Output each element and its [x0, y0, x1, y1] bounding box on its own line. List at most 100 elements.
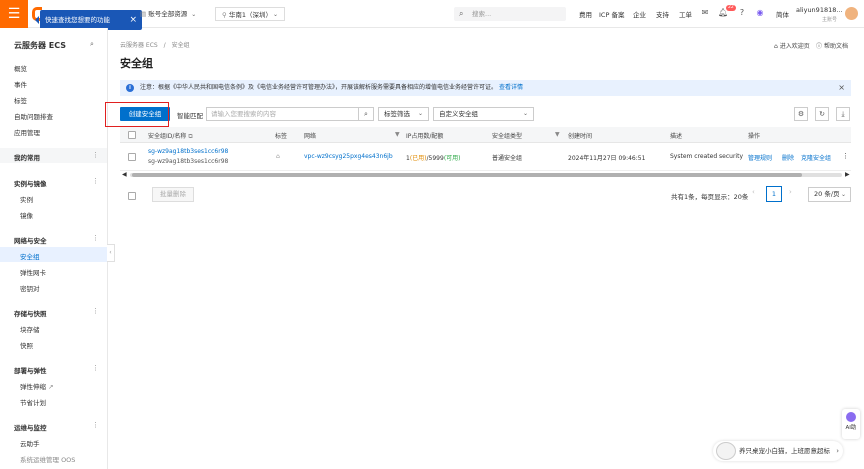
breadcrumb-root[interactable]: 云服务器 ECS: [120, 42, 158, 49]
sidebar-item-overview[interactable]: 概览: [14, 63, 27, 73]
delete-link[interactable]: 删除: [782, 153, 794, 162]
ip-avail-label: (可用): [443, 155, 461, 162]
chevron-right-icon[interactable]: ›: [836, 441, 839, 461]
sidebar-item-troubleshoot[interactable]: 自助问题排查: [14, 111, 53, 121]
welcome-link[interactable]: ⌂ 进入欢迎页: [774, 41, 810, 50]
tag-filter-select[interactable]: 标签筛选 ⌄: [378, 107, 429, 121]
header-sg-id: 安全组ID/名称 ⧉: [148, 131, 193, 141]
clone-sg-link[interactable]: 克隆安全组: [801, 153, 831, 162]
more-icon[interactable]: ⋮: [92, 364, 99, 372]
ai-icon[interactable]: ◉: [755, 8, 765, 18]
nav-ticket[interactable]: 工单: [679, 9, 692, 19]
page-size-select[interactable]: 20 条/页 ⌄: [808, 187, 851, 202]
close-icon[interactable]: ×: [129, 10, 137, 30]
vpc-link[interactable]: vpc-wz9csyg25pxg4es43n6jb: [304, 153, 393, 160]
sidebar-group-deploy[interactable]: 部署与弹性: [14, 365, 47, 375]
menu-icon[interactable]: ☰: [0, 0, 28, 28]
sidebar-item-cloud-assistant[interactable]: 云助手: [20, 438, 40, 448]
scroll-right-icon[interactable]: ▶: [845, 171, 850, 178]
more-icon[interactable]: ⋮: [92, 307, 99, 315]
sidebar-item-savings-plan[interactable]: 节省计划: [20, 397, 46, 407]
nav-icp[interactable]: ICP 备案: [599, 9, 624, 19]
close-icon[interactable]: ×: [838, 80, 845, 96]
sidebar-item-events[interactable]: 事件: [14, 79, 27, 89]
scroll-left-icon[interactable]: ◀: [122, 171, 127, 178]
help-docs-link[interactable]: ⓘ 帮助文档: [816, 41, 848, 50]
avatar[interactable]: [845, 7, 858, 20]
sidebar-group-storage[interactable]: 存储与快照: [14, 308, 47, 318]
sidebar-item-keypair[interactable]: 密钥对: [20, 283, 40, 293]
sidebar-active-bg: [0, 247, 107, 262]
sidebar-item-app-management[interactable]: 应用管理: [14, 127, 40, 137]
desktop-pet-banner[interactable]: 养只桌宠小白猫，上班愿意超标 ›: [713, 441, 843, 461]
prev-page-icon[interactable]: ‹: [752, 188, 755, 196]
sg-id-link[interactable]: sg-wz9ag18tb3ses1cc6r98: [148, 148, 228, 155]
download-icon[interactable]: ⤓: [836, 107, 850, 121]
sidebar-group-network[interactable]: 网络与安全: [14, 235, 47, 245]
row-checkbox[interactable]: [128, 153, 136, 161]
smart-match-label[interactable]: 智能匹配: [177, 110, 203, 120]
top-bar: ☰ 快速查找您想要的功能 × ▤ 账号全部资源 ⌄ ⚲ 华南1（深圳） ⌄ ⌕ 搜索…: [0, 0, 864, 30]
more-icon[interactable]: ⋮: [842, 152, 849, 160]
nav-enterprise[interactable]: 企业: [633, 9, 646, 19]
nav-support[interactable]: 支持: [656, 9, 669, 19]
custom-sg-select[interactable]: 自定义安全组 ⌄: [433, 107, 534, 121]
sidebar-group-favorites[interactable]: 我的常用: [14, 152, 40, 162]
more-icon[interactable]: ⋮: [92, 421, 99, 429]
chevron-down-icon: ⌄: [272, 11, 278, 18]
sidebar-item-tags[interactable]: 标签: [14, 95, 27, 105]
sidebar-group-ops[interactable]: 运维与监控: [14, 422, 47, 432]
search-icon[interactable]: ⌕: [90, 40, 94, 49]
help-icon: ⓘ: [816, 43, 823, 50]
more-icon[interactable]: ⋮: [92, 151, 99, 159]
more-icon[interactable]: ⋮: [92, 177, 99, 185]
batch-delete-button[interactable]: 批量删除: [152, 187, 194, 202]
feature-tooltip: 快速查找您想要的功能 ×: [35, 10, 142, 30]
ip-usage: 1(已用)/5999(可用): [406, 153, 461, 162]
sidebar-item-instance[interactable]: 实例: [20, 194, 33, 204]
sidebar-item-snapshot[interactable]: 快照: [20, 340, 33, 350]
message-icon[interactable]: ✉: [700, 8, 710, 18]
tag-icon[interactable]: ⌂: [276, 153, 280, 160]
help-icon[interactable]: ?: [737, 8, 747, 18]
highlight-box: [105, 102, 169, 127]
sidebar-item-eni[interactable]: 弹性网卡: [20, 267, 46, 277]
page-number-current[interactable]: 1: [766, 186, 782, 202]
scroll-thumb[interactable]: [132, 173, 802, 177]
region-select[interactable]: ⚲ 华南1（深圳） ⌄: [215, 7, 285, 21]
sidebar-group-instances[interactable]: 实例与镜像: [14, 178, 47, 188]
info-icon: i: [126, 84, 134, 92]
nav-fees[interactable]: 费用: [579, 9, 592, 19]
sidebar-item-oos[interactable]: 系统运维管理 OOS: [20, 454, 75, 464]
ai-icon: [846, 412, 856, 422]
user-name[interactable]: aliyun91818...: [796, 6, 843, 14]
ai-assistant-float[interactable]: AI助: [842, 409, 860, 439]
description: System created security grou: [670, 153, 743, 160]
filter-icon[interactable]: ▼: [395, 131, 400, 138]
chevron-down-icon: ⌄: [417, 110, 423, 117]
notification-badge: 22: [726, 5, 736, 11]
table-search-input[interactable]: 请输入您要搜索的内容: [206, 107, 374, 121]
tag-filter-label: 标签筛选: [384, 110, 410, 118]
refresh-icon[interactable]: ↻: [815, 107, 829, 121]
sidebar-item-autoscaling[interactable]: 弹性伸缩 ↗: [20, 381, 54, 391]
search-icon[interactable]: ⌕: [358, 107, 374, 121]
sidebar-item-security-group[interactable]: 安全组: [20, 251, 40, 261]
manage-rules-link[interactable]: 管理规则: [748, 153, 772, 162]
more-icon[interactable]: ⋮: [92, 234, 99, 242]
location-icon: ⚲: [222, 11, 229, 19]
filter-icon[interactable]: ▼: [555, 131, 560, 138]
account-resource-select[interactable]: ▤ 账号全部资源 ⌄: [140, 7, 196, 21]
settings-gear-icon[interactable]: ⚙: [794, 107, 808, 121]
footer-select-checkbox[interactable]: [128, 192, 136, 200]
notice-link[interactable]: 查看详情: [499, 84, 523, 91]
next-page-icon[interactable]: ›: [789, 188, 792, 196]
language-switch[interactable]: 简体: [776, 9, 789, 19]
select-all-checkbox[interactable]: [128, 131, 136, 139]
sidebar-item-block-storage[interactable]: 块存储: [20, 324, 40, 334]
copy-icon[interactable]: ⧉: [188, 133, 192, 140]
global-search-input[interactable]: ⌕ 搜索...: [454, 7, 566, 21]
horizontal-scrollbar[interactable]: ◀ ▶: [120, 171, 851, 178]
main-content: 云服务器 ECS / 安全组 安全组 ⌂ 进入欢迎页 ⓘ 帮助文档 i 注意：根…: [105, 28, 864, 469]
sidebar-item-image[interactable]: 镜像: [20, 210, 33, 220]
